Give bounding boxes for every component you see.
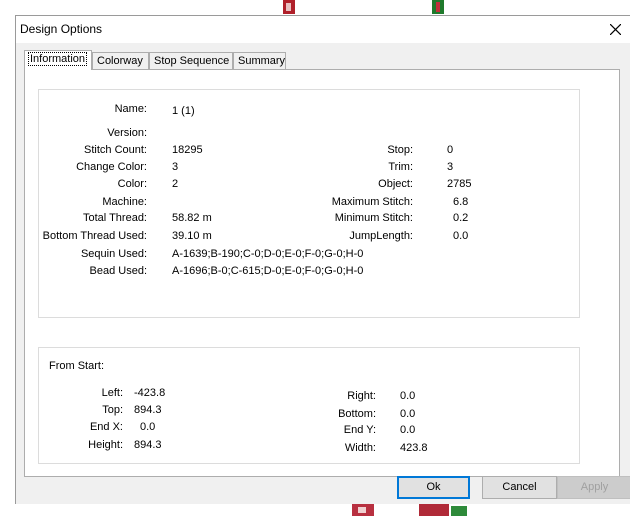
stitch-count-value: 18295 bbox=[172, 144, 203, 156]
max-stitch-value: 6.8 bbox=[453, 196, 469, 208]
version-label: Version: bbox=[107, 127, 147, 139]
end-y-label: End Y: bbox=[343, 424, 376, 436]
embroidery-fragment-icon bbox=[419, 504, 467, 516]
background-canvas-top bbox=[0, 0, 630, 15]
tab-information[interactable]: Information bbox=[24, 50, 92, 70]
max-stitch-label: Maximum Stitch: bbox=[331, 196, 413, 208]
width-label: Width: bbox=[344, 442, 376, 454]
tab-summary[interactable]: Summary bbox=[233, 52, 286, 69]
left-label: Left: bbox=[101, 387, 123, 399]
tab-stop-sequence[interactable]: Stop Sequence bbox=[149, 52, 233, 69]
embroidery-fragment-icon bbox=[352, 504, 374, 516]
end-y-value: 0.0 bbox=[400, 424, 416, 436]
ok-button[interactable]: Ok bbox=[397, 476, 470, 499]
name-value: 1 (1) bbox=[172, 105, 195, 117]
trim-value: 3 bbox=[447, 161, 454, 173]
dialog-title: Design Options bbox=[20, 22, 103, 36]
min-stitch-value: 0.2 bbox=[453, 212, 469, 224]
object-label: Object: bbox=[378, 178, 413, 190]
trim-label: Trim: bbox=[388, 161, 413, 173]
stop-value: 0 bbox=[447, 144, 454, 156]
min-stitch-label: Minimum Stitch: bbox=[334, 212, 413, 224]
information-panel: Name: 1 (1) Version: Stitch Count: 18295… bbox=[24, 69, 620, 477]
from-start-group: From Start: Left: -423.8 Top: 894.3 End … bbox=[38, 347, 580, 464]
sequin-used-value: A-1639;B-190;C-0;D-0;E-0;F-0;G-0;H-0 bbox=[172, 248, 364, 260]
machine-label: Machine: bbox=[102, 196, 147, 208]
design-options-dialog: Design Options Information Colorway Stop… bbox=[15, 15, 630, 504]
right-label: Right: bbox=[347, 390, 376, 402]
from-start-heading: From Start: bbox=[49, 360, 105, 372]
bottom-label: Bottom: bbox=[338, 408, 376, 420]
color-label: Color: bbox=[117, 178, 147, 190]
embroidery-fragment-icon bbox=[432, 0, 444, 14]
bead-used-label: Bead Used: bbox=[89, 265, 147, 277]
bead-used-value: A-1696;B-0;C-615;D-0;E-0;F-0;G-0;H-0 bbox=[172, 265, 364, 277]
title-bar: Design Options bbox=[16, 16, 630, 43]
jump-length-label: JumpLength: bbox=[349, 230, 413, 242]
bottom-thread-value: 39.10 m bbox=[172, 230, 212, 242]
color-value: 2 bbox=[172, 178, 179, 190]
apply-button[interactable]: Apply bbox=[557, 476, 630, 499]
close-button[interactable] bbox=[600, 16, 630, 43]
width-value: 423.8 bbox=[400, 442, 428, 454]
total-thread-value: 58.82 m bbox=[172, 212, 212, 224]
height-value: 894.3 bbox=[134, 439, 162, 451]
top-label: Top: bbox=[102, 404, 123, 416]
stop-label: Stop: bbox=[387, 144, 413, 156]
tab-colorway[interactable]: Colorway bbox=[92, 52, 149, 69]
left-value: -423.8 bbox=[134, 387, 166, 399]
cancel-button[interactable]: Cancel bbox=[482, 476, 557, 499]
bottom-value: 0.0 bbox=[400, 408, 416, 420]
background-canvas-left bbox=[0, 0, 15, 516]
end-x-value: 0.0 bbox=[140, 421, 156, 433]
total-thread-label: Total Thread: bbox=[82, 212, 147, 224]
close-icon bbox=[609, 24, 621, 35]
stitch-count-label: Stitch Count: bbox=[84, 144, 147, 156]
bottom-thread-label: Bottom Thread Used: bbox=[42, 230, 147, 242]
background-canvas-bottom bbox=[0, 504, 630, 516]
right-value: 0.0 bbox=[400, 390, 416, 402]
object-value: 2785 bbox=[447, 178, 472, 190]
design-info-group: Name: 1 (1) Version: Stitch Count: 18295… bbox=[38, 89, 580, 318]
height-label: Height: bbox=[88, 439, 123, 451]
sequin-used-label: Sequin Used: bbox=[80, 248, 147, 260]
embroidery-fragment-icon bbox=[283, 0, 295, 14]
name-label: Name: bbox=[114, 103, 147, 115]
change-color-value: 3 bbox=[172, 161, 179, 173]
end-x-label: End X: bbox=[89, 421, 123, 433]
jump-length-value: 0.0 bbox=[453, 230, 469, 242]
change-color-label: Change Color: bbox=[76, 161, 147, 173]
top-value: 894.3 bbox=[134, 404, 162, 416]
